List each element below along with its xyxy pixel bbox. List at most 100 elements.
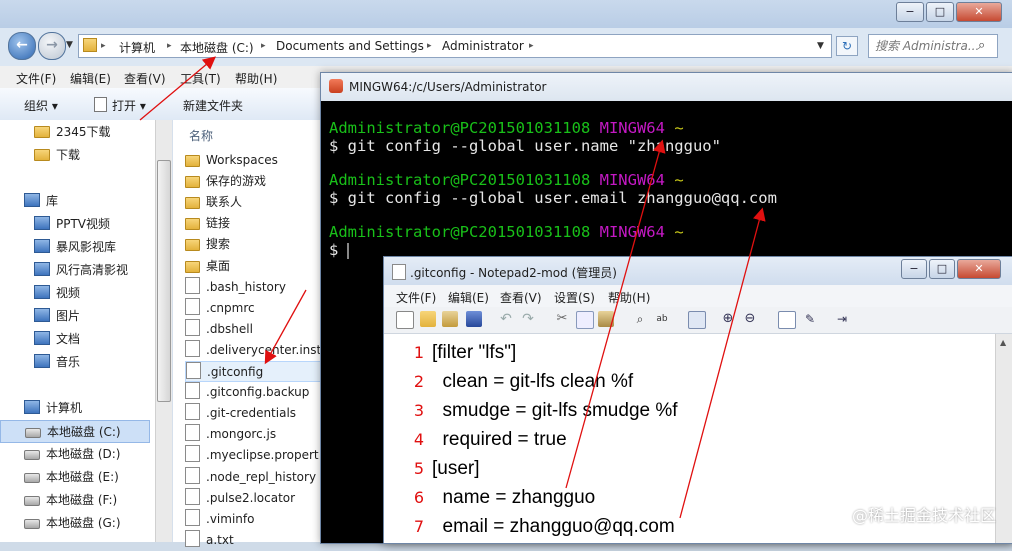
refresh-icon[interactable]: ↻ [836,36,858,56]
breadcrumb-documents-and-settings[interactable]: Documents and Settings [276,39,424,53]
prompt-path: ~ [674,119,684,137]
copy-icon[interactable] [576,311,594,329]
cut-icon[interactable]: ✂ [554,311,570,327]
customize-icon[interactable]: ✎ [802,311,818,327]
folder-icon [34,126,50,138]
search-icon[interactable]: ⌕ [978,38,985,53]
file-item[interactable]: .myeclipse.propert [185,445,321,466]
nav-item-label: 本地磁盘 (F:) [46,493,118,507]
file-icon [185,318,200,336]
recent-pages-dropdown-icon[interactable]: ▼ [66,40,73,50]
file-item[interactable]: .gitconfig.backup [185,382,321,403]
scheme-icon[interactable] [778,311,796,329]
breadcrumb-administrator[interactable]: Administrator [442,39,524,53]
chevron-right-icon[interactable]: ▸ [261,41,266,51]
replace-icon[interactable]: ab [654,311,670,327]
file-item-label: .dbshell [206,321,253,336]
nav-item-label: 音乐 [56,355,81,369]
column-header-name[interactable]: 名称 [189,127,213,144]
terminal-input-line[interactable]: $ [329,241,348,259]
notepad-close-button[interactable]: ✕ [957,259,1001,279]
new-folder-button[interactable]: 新建文件夹 [183,97,243,114]
exit-icon[interactable]: ⇥ [834,311,850,327]
chevron-right-icon[interactable]: ▸ [167,41,172,51]
nav-item[interactable]: 本地磁盘 (C:) [0,420,150,443]
notepad-toolbar: ↶ ↷ ✂ ⌕ ab ⊕ ⊖ ✎ ⇥ [384,307,1012,334]
code-line: required = true [432,429,567,450]
menu-file[interactable]: 文件(F) [16,70,56,87]
notepad-menu-file[interactable]: 文件(F) [396,289,436,306]
folder-icon [185,176,200,189]
code-line: [user] [432,458,480,479]
zoom-in-icon[interactable]: ⊕ [720,311,736,327]
file-item[interactable]: .viminfo [185,508,321,530]
file-item[interactable]: .deliverycenter.inst [185,339,321,361]
notepad-menu-edit[interactable]: 编辑(E) [448,289,489,306]
file-item[interactable]: .gitconfig [185,361,321,382]
menu-tools[interactable]: 工具(T) [180,70,221,87]
notepad-menu-view[interactable]: 查看(V) [500,289,542,306]
file-item[interactable]: Workspaces [185,150,321,171]
nav-item[interactable]: 本地磁盘 (E:) [0,466,174,489]
notepad-minimize-button[interactable]: − [901,259,927,279]
nav-item[interactable]: 计算机 [0,397,174,420]
nav-item[interactable]: 本地磁盘 (D:) [0,443,174,466]
redo-icon[interactable]: ↷ [520,311,536,327]
new-icon[interactable] [396,311,414,329]
menu-edit[interactable]: 编辑(E) [70,70,111,87]
nav-scrollbar-thumb[interactable] [157,160,171,402]
nav-scrollbar[interactable] [155,120,172,542]
file-item[interactable]: a.txt [185,529,321,551]
undo-icon[interactable]: ↶ [498,311,514,327]
notepad-window: .gitconfig - Notepad2-mod (管理员) − □ ✕ 文件… [383,256,1012,544]
file-item[interactable]: .dbshell [185,318,321,340]
address-dropdown-icon[interactable]: ▼ [817,41,824,51]
chevron-right-icon[interactable]: ▸ [427,41,432,51]
nav-item[interactable]: 库 [0,190,174,213]
explorer-maximize-button[interactable]: □ [926,2,954,22]
notepad-menu-help[interactable]: 帮助(H) [608,289,650,306]
scroll-up-icon[interactable]: ▲ [1000,338,1006,347]
file-item[interactable]: .node_repl_history [185,466,321,488]
organize-button[interactable]: 组织 ▾ [24,97,58,114]
find-icon[interactable]: ⌕ [632,311,648,327]
forward-button[interactable]: → [38,32,66,60]
file-item[interactable]: .mongorc.js [185,424,321,445]
prompt-env: MINGW64 [599,171,665,189]
nav-item[interactable]: 本地磁盘 (G:) [0,512,174,535]
open-button[interactable]: 打开 ▾ [112,97,146,114]
explorer-close-button[interactable]: ✕ [956,2,1002,22]
file-item[interactable]: 联系人 [185,192,321,213]
breadcrumb-computer[interactable]: 计算机 [119,39,155,56]
back-button[interactable]: ← [8,32,36,60]
navigation-pane: 2345下载 下载库 PPTV视频 暴风影视库 风行高清影视 视频 图片 文档 音乐 计算机 本地磁… [0,120,173,542]
address-bar[interactable]: ▸ 计算机 ▸ 本地磁盘 (C:) ▸ Documents and Settin… [78,34,832,58]
file-item[interactable]: .bash_history [185,276,321,298]
open-icon[interactable] [420,311,436,327]
notepad-maximize-button[interactable]: □ [929,259,955,279]
menu-view[interactable]: 查看(V) [124,70,166,87]
browse-icon[interactable] [442,311,458,327]
watermark: @稀土掘金技术社区 [851,506,996,525]
file-item[interactable]: 桌面 [185,256,321,277]
file-item-label: .gitconfig [207,365,264,379]
chevron-right-icon[interactable]: ▸ [529,41,534,51]
file-item[interactable]: 搜索 [185,234,321,255]
file-item-label: .deliverycenter.inst [206,342,321,357]
menu-help[interactable]: 帮助(H) [235,70,277,87]
file-item[interactable]: 链接 [185,213,321,234]
file-item[interactable]: .pulse2.locator [185,487,321,509]
save-icon[interactable] [466,311,482,327]
nav-item[interactable]: 本地磁盘 (F:) [0,489,174,512]
explorer-minimize-button[interactable]: − [896,2,924,22]
file-item[interactable]: .git-credentials [185,403,321,424]
file-item[interactable]: .cnpmrc [185,297,321,319]
word-wrap-icon[interactable] [688,311,706,329]
prompt-path: ~ [674,171,684,189]
zoom-out-icon[interactable]: ⊖ [742,311,758,327]
paste-icon[interactable] [598,311,614,327]
notepad-menu-settings[interactable]: 设置(S) [554,289,595,306]
editor-scrollbar[interactable]: ▲ [995,334,1012,543]
file-item[interactable]: 保存的游戏 [185,171,321,192]
breadcrumb-drive-c[interactable]: 本地磁盘 (C:) [180,39,254,56]
